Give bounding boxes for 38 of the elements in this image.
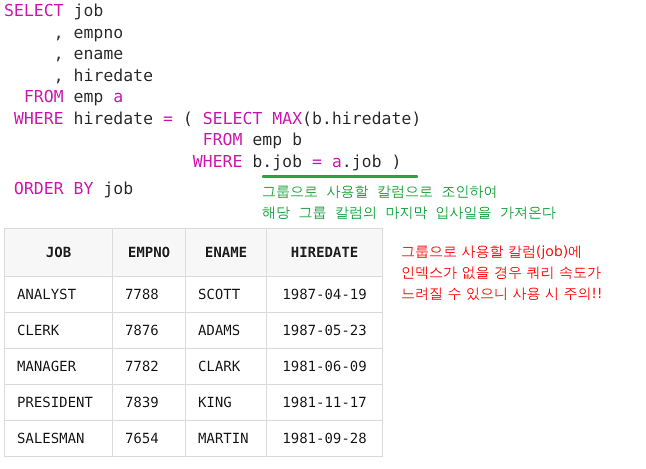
table-cell: PRESIDENT	[4, 384, 112, 420]
code-line: WHERE hiredate = ( SELECT MAX(b.hiredate)	[12, 108, 422, 129]
code-line: , ename	[52, 43, 124, 64]
table-cell: 7839	[112, 384, 186, 420]
table-cell: 1981-09-28	[266, 420, 382, 456]
table-cell: 7654	[112, 420, 186, 456]
table-cell: 1987-05-23	[266, 312, 382, 348]
column-header: HIREDATE	[266, 228, 382, 276]
table-cell: 1987-04-19	[266, 276, 382, 312]
warning-text: 느려질 수 있으니 사용 시 주의!!	[401, 285, 602, 304]
column-header: EMPNO	[112, 228, 186, 276]
code-line: , empno	[52, 22, 124, 43]
code-line: FROM emp a	[22, 86, 124, 108]
warning-text: 그룹으로 사용할 칼럼(job)에	[401, 243, 582, 262]
column-header: JOB	[4, 228, 112, 276]
table-cell: 7876	[112, 312, 186, 348]
code-line: , hiredate	[52, 64, 154, 86]
code-line: ORDER BY job	[12, 178, 134, 200]
annotation-text: 그룹으로 사용할 칼럼으로 조인하여	[262, 183, 498, 202]
column-header: ENAME	[186, 228, 266, 276]
table-cell: ADAMS	[186, 312, 266, 348]
table-cell: ANALYST	[4, 276, 112, 312]
table-cell: 7782	[112, 348, 186, 384]
code-line: WHERE b.job = a.job )	[192, 150, 402, 172]
annotation-text: 해당 그룹 칼럼의 마지막 입사일을 가져온다	[262, 204, 556, 223]
table-cell: MANAGER	[4, 348, 112, 384]
table-cell: SALESMAN	[4, 420, 112, 456]
table-cell: CLARK	[186, 348, 266, 384]
table-cell: 1981-06-09	[266, 348, 382, 384]
table-cell: SCOTT	[186, 276, 266, 312]
code-line: FROM emp b	[202, 129, 302, 150]
table-cell: 1981-11-17	[266, 384, 382, 420]
table-cell: KING	[186, 384, 266, 420]
warning-text: 인덱스가 없을 경우 쿼리 속도가	[401, 264, 601, 283]
table-cell: CLERK	[4, 312, 112, 348]
code-line: SELECT job	[4, 0, 104, 22]
table-cell: MARTIN	[186, 420, 266, 456]
table-cell: 7788	[112, 276, 186, 312]
